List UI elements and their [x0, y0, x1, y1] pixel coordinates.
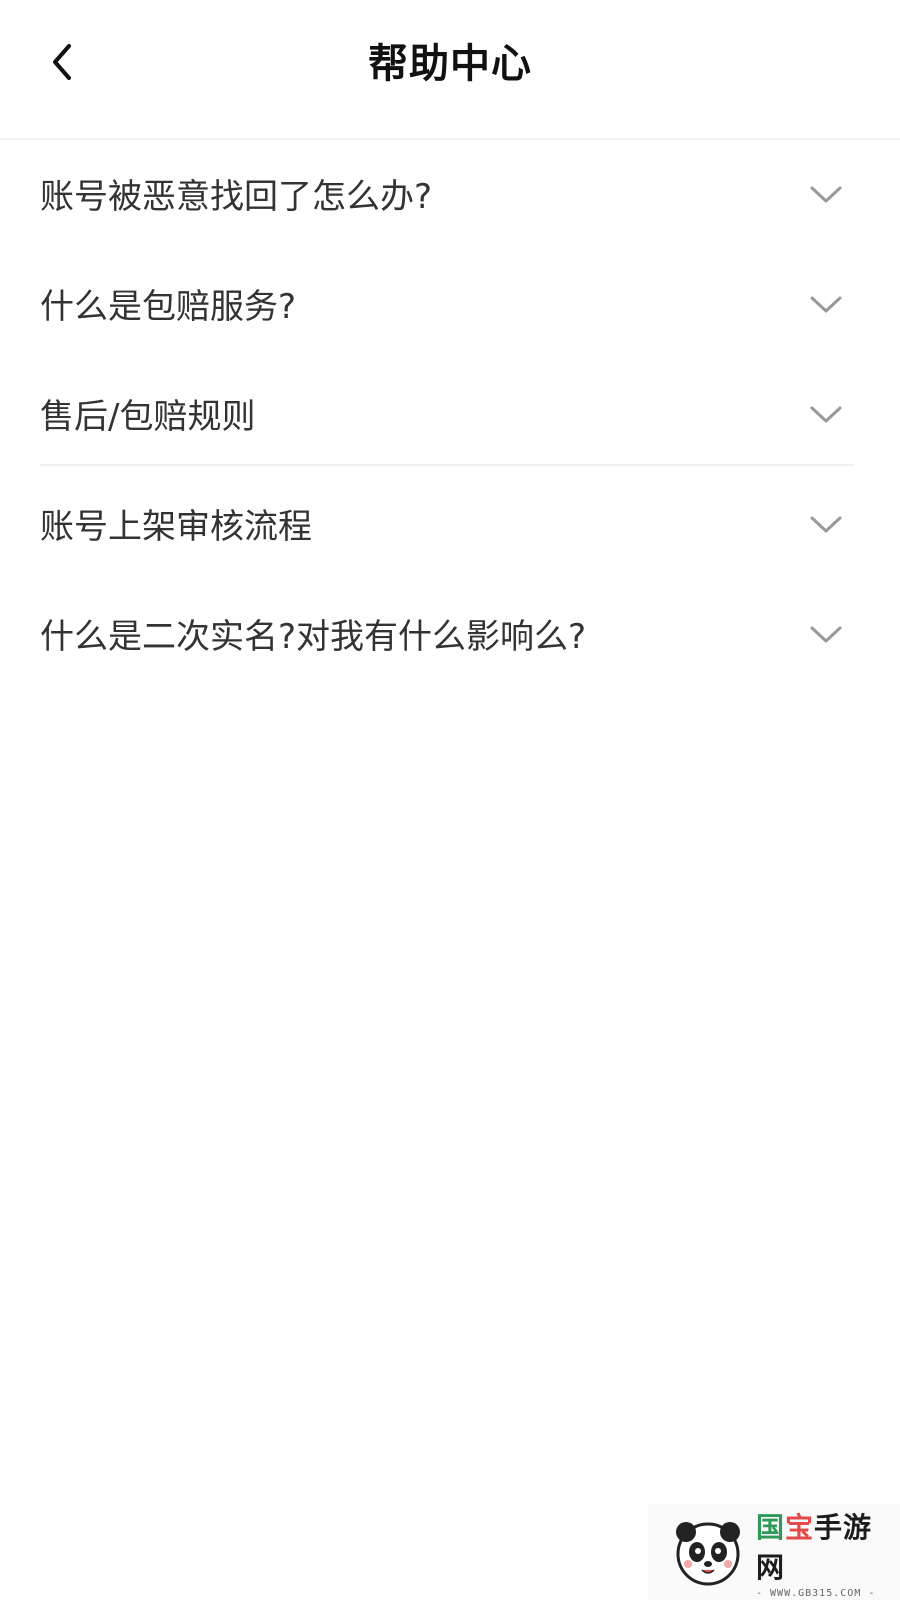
chevron-down-icon[interactable] — [808, 620, 844, 650]
faq-list: 账号被恶意找回了怎么办? 什么是包赔服务? 售后/包赔规则 账号上架审核流程 什… — [0, 142, 900, 692]
page-title: 帮助中心 — [368, 41, 532, 87]
faq-question: 账号上架审核流程 — [40, 507, 312, 547]
watermark: 国宝手游网 - WWW.GB315.COM - — [648, 1504, 900, 1600]
faq-question: 什么是包赔服务? — [40, 287, 297, 327]
faq-item[interactable]: 账号被恶意找回了怎么办? — [0, 142, 900, 252]
chevron-down-icon[interactable] — [808, 290, 844, 320]
divider — [40, 464, 854, 466]
faq-question: 售后/包赔规则 — [40, 397, 256, 437]
faq-question: 账号被恶意找回了怎么办? — [40, 177, 433, 217]
faq-item[interactable]: 什么是二次实名?对我有什么影响么? — [0, 582, 900, 692]
faq-item[interactable]: 账号上架审核流程 — [0, 472, 900, 582]
faq-item[interactable]: 什么是包赔服务? — [0, 252, 900, 362]
chevron-down-icon[interactable] — [808, 180, 844, 210]
chevron-down-icon[interactable] — [808, 510, 844, 540]
faq-item[interactable]: 售后/包赔规则 — [0, 362, 900, 472]
watermark-url: - WWW.GB315.COM - — [756, 1587, 876, 1599]
watermark-text: 国宝手游网 - WWW.GB315.COM - — [756, 1506, 900, 1599]
faq-question: 什么是二次实名?对我有什么影响么? — [40, 617, 587, 657]
chevron-down-icon[interactable] — [808, 400, 844, 430]
top-bar: 帮助中心 — [0, 0, 900, 140]
panda-logo-icon — [676, 1522, 740, 1586]
watermark-brand: 国宝手游网 — [756, 1510, 873, 1584]
help-center-page: 帮助中心 账号被恶意找回了怎么办? 什么是包赔服务? 售后/包赔规则 账号上架审… — [0, 0, 900, 1600]
